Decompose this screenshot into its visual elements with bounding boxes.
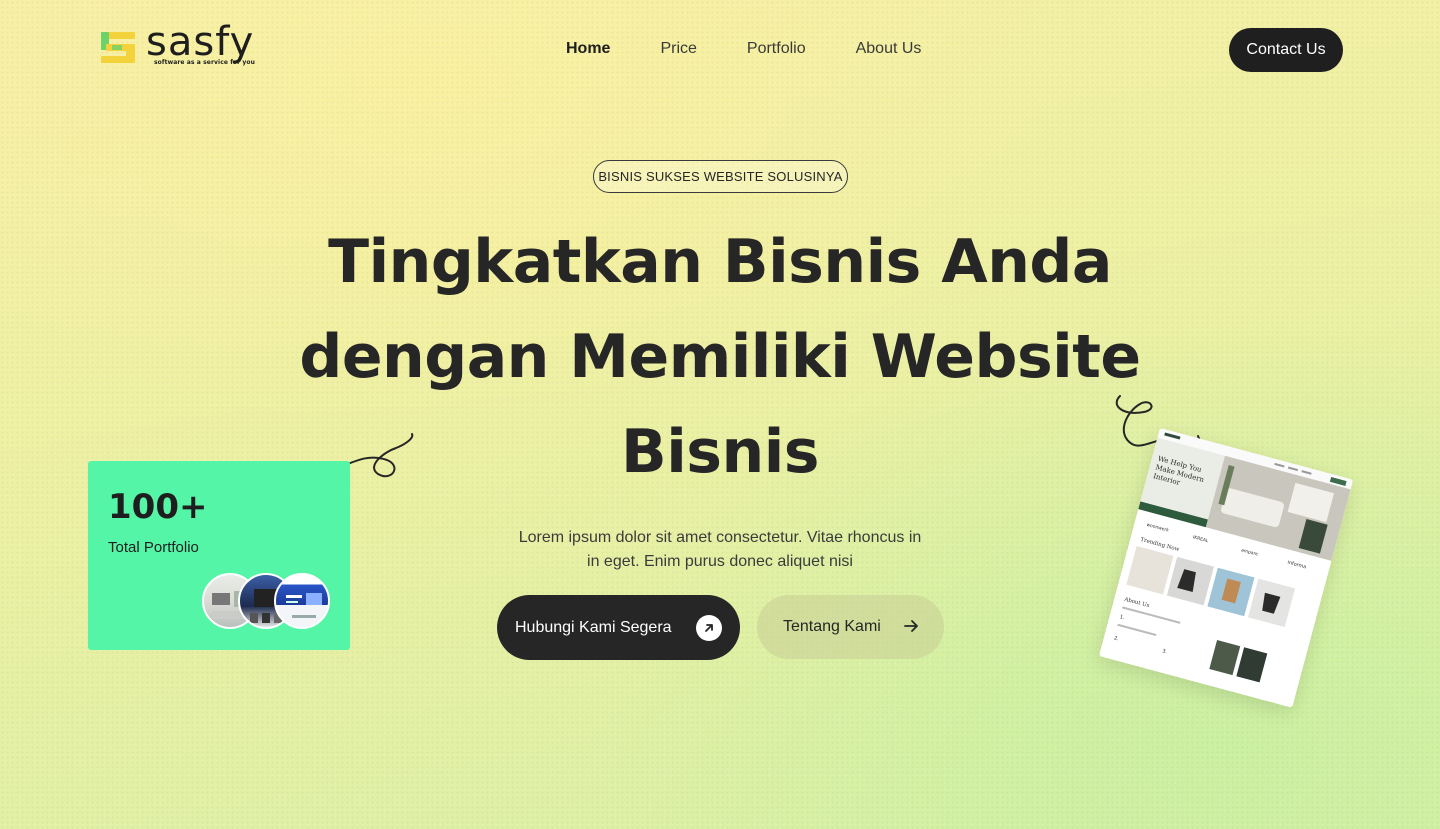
- logo-mark-icon: [101, 32, 135, 63]
- svg-text:woonwerk: woonwerk: [1146, 522, 1170, 534]
- portfolio-thumbnails: [202, 573, 332, 631]
- svg-text:2.: 2.: [1113, 635, 1120, 642]
- svg-text:About Us: About Us: [1123, 596, 1151, 609]
- portfolio-thumbnail[interactable]: [274, 573, 330, 629]
- main-nav: Home Price Portfolio About Us: [566, 40, 921, 58]
- about-us-button[interactable]: Tentang Kami: [757, 595, 944, 659]
- contact-now-label: Hubungi Kami Segera: [515, 618, 672, 636]
- svg-text:3.: 3.: [1162, 648, 1169, 655]
- portfolio-label: Total Portfolio: [108, 539, 199, 556]
- contact-us-button[interactable]: Contact Us: [1229, 28, 1343, 72]
- headline-line-2: dengan Memiliki Website: [299, 322, 1141, 392]
- nav-portfolio[interactable]: Portfolio: [747, 40, 806, 58]
- svg-text:1.: 1.: [1119, 614, 1126, 621]
- headline-line-1: Tingkatkan Bisnis Anda: [328, 227, 1112, 297]
- svg-text:IKREAL: IKREAL: [1192, 534, 1209, 544]
- hero-badge: BISNIS SUKSES WEBSITE SOLUSINYA: [593, 160, 848, 193]
- about-us-label: Tentang Kami: [783, 618, 881, 635]
- portfolio-card: 100+ Total Portfolio: [88, 461, 350, 650]
- nav-home[interactable]: Home: [566, 40, 610, 58]
- nav-about-us[interactable]: About Us: [856, 40, 922, 58]
- svg-text:informa: informa: [1287, 560, 1307, 571]
- brand-logo[interactable]: sasfy software as a service for you: [100, 22, 255, 66]
- portfolio-count: 100+: [108, 487, 208, 527]
- arrow-right-icon: [904, 620, 918, 632]
- subtext-line-2: in eget. Enim purus donec aliquet nisi: [587, 553, 853, 570]
- subtext-line-1: Lorem ipsum dolor sit amet consectetur. …: [518, 529, 922, 546]
- hero-subtext: Lorem ipsum dolor sit amet consectetur. …: [490, 526, 950, 574]
- svg-text:ampare: ampare: [1240, 547, 1258, 557]
- nav-price[interactable]: Price: [660, 40, 696, 58]
- contact-now-button[interactable]: Hubungi Kami Segera: [497, 595, 740, 660]
- brand-name: sasfy: [146, 19, 255, 65]
- arrow-up-right-icon: [696, 615, 722, 641]
- brand-tagline: software as a service for you: [154, 59, 255, 66]
